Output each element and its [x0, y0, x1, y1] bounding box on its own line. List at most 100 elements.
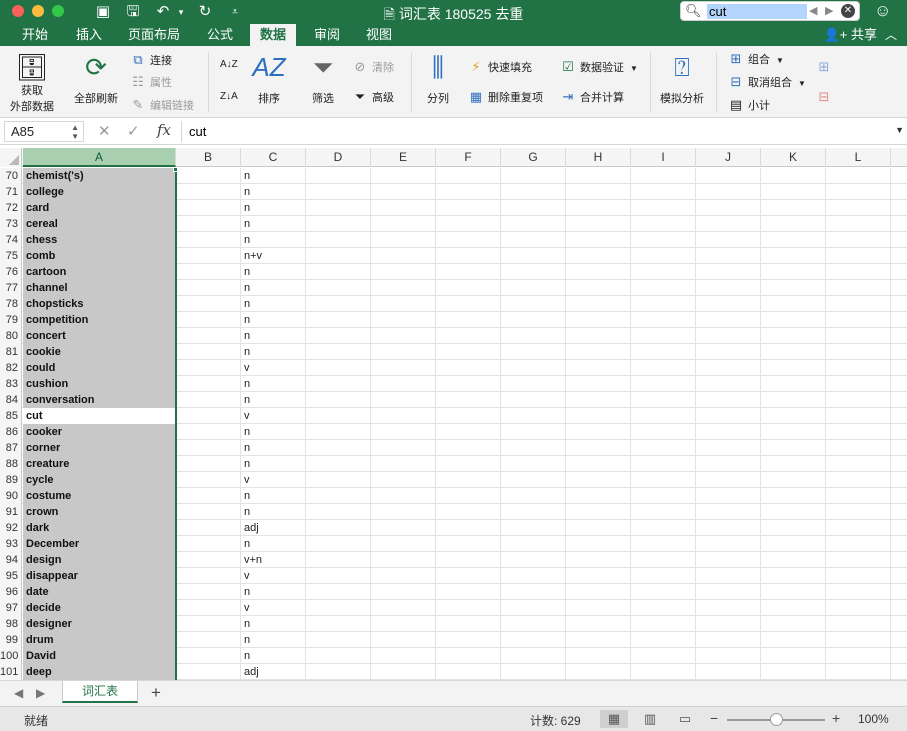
cell-b[interactable] [176, 488, 241, 504]
row-header[interactable]: 92 [0, 520, 22, 536]
cell-k[interactable] [761, 280, 826, 296]
cell-l[interactable] [826, 392, 891, 408]
cell-k[interactable] [761, 472, 826, 488]
cell-b[interactable] [176, 328, 241, 344]
sort-descending-button[interactable]: Z↓A [220, 88, 238, 106]
cell-h[interactable] [566, 488, 631, 504]
get-external-data-button[interactable]: 🗄 获取 外部数据 [6, 52, 58, 114]
cell-h[interactable] [566, 472, 631, 488]
ungroup-button[interactable]: ⊟ 取消组合 ▼ [728, 73, 806, 91]
tab-review[interactable]: 审阅 [304, 24, 350, 46]
cell-f[interactable] [436, 296, 501, 312]
cell-g[interactable] [501, 536, 566, 552]
cell-l[interactable] [826, 280, 891, 296]
cell-b[interactable] [176, 360, 241, 376]
undo-dropdown-icon[interactable]: ▾ [172, 3, 190, 21]
cell-i[interactable] [631, 392, 696, 408]
redo-icon[interactable]: ↻ [196, 3, 214, 21]
cell-d[interactable] [306, 216, 371, 232]
customize-toolbar-icon[interactable]: ⩡ [226, 3, 244, 21]
cell-j[interactable] [696, 312, 761, 328]
cell-c[interactable]: n [241, 296, 306, 312]
cell-c[interactable]: n [241, 392, 306, 408]
search-next-icon[interactable]: ▶ [825, 4, 833, 17]
cell-k[interactable] [761, 584, 826, 600]
cell-h[interactable] [566, 664, 631, 680]
remove-duplicates-button[interactable]: ▦ 删除重复项 [468, 88, 543, 106]
cell-i[interactable] [631, 504, 696, 520]
cell-d[interactable] [306, 664, 371, 680]
row-header[interactable]: 94 [0, 552, 22, 568]
cell-d[interactable] [306, 648, 371, 664]
cell-l[interactable] [826, 344, 891, 360]
cell-g[interactable] [501, 344, 566, 360]
cell-d[interactable] [306, 344, 371, 360]
row-header[interactable]: 78 [0, 296, 22, 312]
zoom-window-button[interactable] [52, 5, 64, 17]
cell-h[interactable] [566, 504, 631, 520]
row-header[interactable]: 97 [0, 600, 22, 616]
cell-c[interactable]: n [241, 216, 306, 232]
cell-k[interactable] [761, 168, 826, 184]
cell-g[interactable] [501, 280, 566, 296]
row-header[interactable]: 82 [0, 360, 22, 376]
cell-l[interactable] [826, 328, 891, 344]
cell-d[interactable] [306, 616, 371, 632]
connections-button[interactable]: ⧉ 连接 [130, 51, 172, 69]
cell-e[interactable] [371, 312, 436, 328]
cell-e[interactable] [371, 648, 436, 664]
cell-k[interactable] [761, 632, 826, 648]
cell-e[interactable] [371, 216, 436, 232]
cell-e[interactable] [371, 488, 436, 504]
cell-d[interactable] [306, 440, 371, 456]
cell-h[interactable] [566, 376, 631, 392]
cell-g[interactable] [501, 360, 566, 376]
cell-k[interactable] [761, 600, 826, 616]
tab-home[interactable]: 开始 [12, 24, 58, 46]
cell-f[interactable] [436, 232, 501, 248]
cell-b[interactable] [176, 472, 241, 488]
cell-b[interactable] [176, 536, 241, 552]
cell-l[interactable] [826, 536, 891, 552]
column-header-f[interactable]: F [436, 148, 501, 167]
cell-c[interactable]: n [241, 648, 306, 664]
feedback-smiley-icon[interactable]: ☺ [874, 1, 891, 21]
cell-j[interactable] [696, 664, 761, 680]
cell-e[interactable] [371, 296, 436, 312]
row-header[interactable]: 71 [0, 184, 22, 200]
row-header[interactable]: 87 [0, 440, 22, 456]
column-header-a[interactable]: A [23, 148, 176, 167]
share-button[interactable]: 👤+ 共享 [824, 24, 877, 46]
row-header[interactable]: 83 [0, 376, 22, 392]
cell-h[interactable] [566, 392, 631, 408]
cell-k[interactable] [761, 232, 826, 248]
cell-d[interactable] [306, 504, 371, 520]
cell-a[interactable]: designer [23, 616, 176, 632]
cell-j[interactable] [696, 424, 761, 440]
cell-f[interactable] [436, 392, 501, 408]
cell-f[interactable] [436, 184, 501, 200]
cell-g[interactable] [501, 312, 566, 328]
cell-g[interactable] [501, 488, 566, 504]
search-prev-icon[interactable]: ◀ [809, 4, 817, 17]
cell-e[interactable] [371, 568, 436, 584]
cell-l[interactable] [826, 296, 891, 312]
cell-e[interactable] [371, 168, 436, 184]
cell-h[interactable] [566, 328, 631, 344]
cell-d[interactable] [306, 280, 371, 296]
cell-l[interactable] [826, 616, 891, 632]
add-sheet-icon[interactable]: + [151, 683, 161, 703]
cell-g[interactable] [501, 456, 566, 472]
cell-b[interactable] [176, 200, 241, 216]
cell-a[interactable]: December [23, 536, 176, 552]
cell-i[interactable] [631, 184, 696, 200]
next-sheet-icon[interactable]: ▶ [36, 686, 45, 700]
cell-b[interactable] [176, 344, 241, 360]
cell-e[interactable] [371, 520, 436, 536]
cell-d[interactable] [306, 232, 371, 248]
cell-a[interactable]: chess [23, 232, 176, 248]
cell-g[interactable] [501, 472, 566, 488]
cell-j[interactable] [696, 200, 761, 216]
cell-e[interactable] [371, 504, 436, 520]
cell-j[interactable] [696, 600, 761, 616]
